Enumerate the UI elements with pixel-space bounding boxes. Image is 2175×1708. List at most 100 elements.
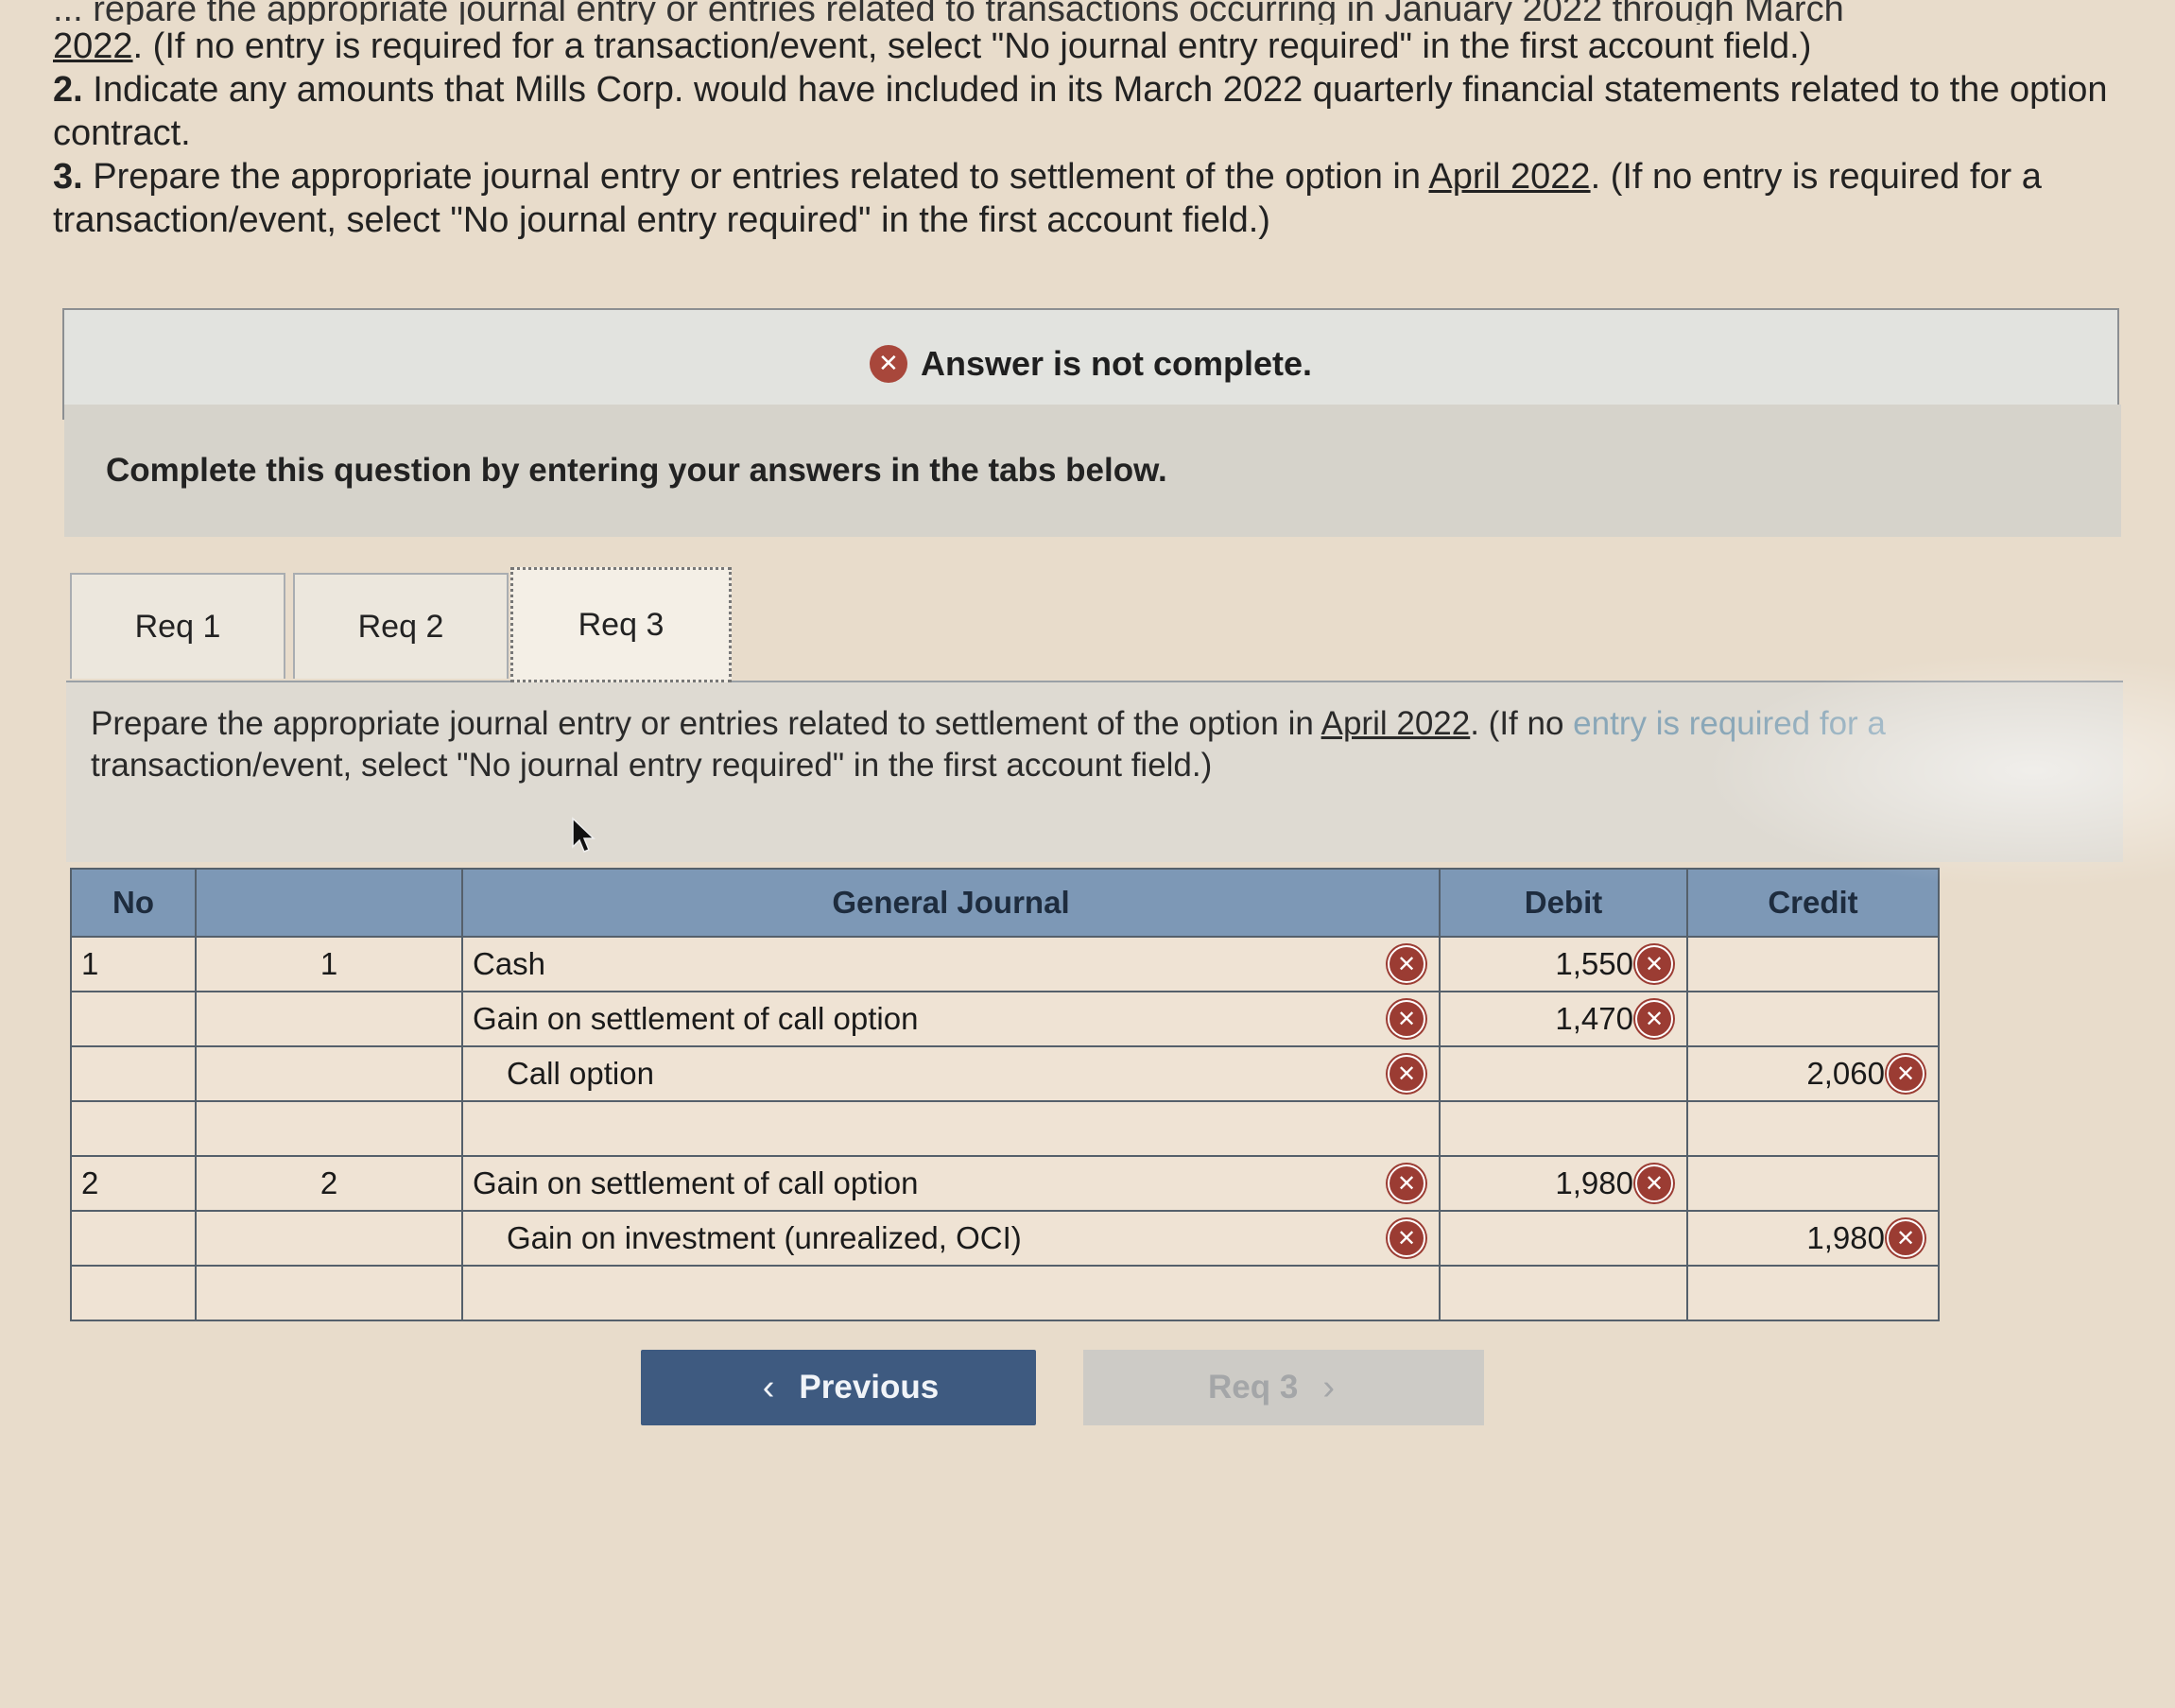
incorrect-x-icon: ✕ <box>1388 1055 1425 1093</box>
x-circle-icon: ✕ <box>869 345 907 383</box>
transaction-cell[interactable]: 2 <box>195 1155 463 1212</box>
header-credit: Credit <box>1686 868 1940 938</box>
account-cell[interactable]: Cash ✕ <box>461 936 1441 992</box>
account-cell[interactable] <box>461 1100 1441 1157</box>
entry-no-cell-value: 1 <box>81 946 99 981</box>
chevron-right-icon: › <box>1322 1367 1335 1407</box>
entry-no-cell[interactable] <box>70 1265 197 1321</box>
item-2-number: 2. <box>53 70 83 110</box>
incorrect-x-icon: ✕ <box>1887 1055 1925 1093</box>
debit-cell[interactable]: 1,980 ✕ <box>1439 1155 1688 1212</box>
credit-cell[interactable] <box>1686 991 1940 1047</box>
journal-row: Gain on settlement of call option ✕ 1,470 ✕ <box>70 991 1940 1047</box>
chevron-left-icon: ‹ <box>762 1367 775 1407</box>
incorrect-x-icon: ✕ <box>1388 1219 1425 1257</box>
debit-cell-value: 1,470 <box>1555 1001 1633 1036</box>
instructions-item-3: 3. Prepare the appropriate journal entry… <box>53 155 2114 242</box>
header-general-journal: General Journal <box>461 868 1441 938</box>
journal-body: 1 1 Cash ✕ 1,550 ✕ Gain on settlement of call … <box>70 936 1940 1321</box>
tab-req-2[interactable]: Req 2 <box>293 573 509 679</box>
account-cell[interactable] <box>461 1265 1441 1321</box>
credit-cell-value: 1,980 <box>1806 1220 1885 1255</box>
incorrect-x-icon: ✕ <box>1388 945 1425 983</box>
transaction-cell[interactable] <box>195 1045 463 1102</box>
instructions-cut-line: ... repare the appropriate journal entry… <box>53 0 1844 25</box>
incorrect-x-icon: ✕ <box>1388 1165 1425 1202</box>
journal-row: 2 2 Gain on settlement of call option ✕ 1,98… <box>70 1155 1940 1212</box>
tab-req-3[interactable]: Req 3 <box>510 567 732 682</box>
answer-status-text: Answer is not complete. <box>920 344 1313 383</box>
debit-cell[interactable]: 1,550 ✕ <box>1439 936 1688 992</box>
next-req-3-button[interactable]: Req 3 › <box>1083 1350 1484 1425</box>
journal-row: Call option ✕ 2,060 ✕ <box>70 1045 1940 1102</box>
item-2-text: Indicate any amounts that Mills Corp. wo… <box>53 70 2108 153</box>
answer-status-banner: ✕ Answer is not complete. <box>62 308 2119 420</box>
mouse-cursor-icon <box>572 817 596 853</box>
complete-prompt-text: Complete this question by entering your … <box>106 452 1167 489</box>
panel-text-post: transaction/event, select "No journal en… <box>91 747 1213 784</box>
instructions-line-1: 2022. (If no entry is required for a tra… <box>53 25 2114 68</box>
debit-cell[interactable] <box>1439 1045 1688 1102</box>
transaction-cell[interactable] <box>195 1100 463 1157</box>
incorrect-x-icon: ✕ <box>1635 1165 1673 1202</box>
journal-row: Gain on investment (unrealized, OCI) ✕ 1,9… <box>70 1210 1940 1267</box>
req-3-panel: Prepare the appropriate journal entry or… <box>66 682 2123 862</box>
transaction-cell[interactable] <box>195 1210 463 1267</box>
entry-no-cell[interactable]: 1 <box>70 936 197 992</box>
transaction-cell[interactable] <box>195 991 463 1047</box>
credit-cell[interactable]: 1,980 ✕ <box>1686 1210 1940 1267</box>
next-button-label: Req 3 <box>1208 1369 1299 1406</box>
entry-no-cell[interactable] <box>70 1100 197 1157</box>
instructions-item-2: 2. Indicate any amounts that Mills Corp.… <box>53 68 2114 155</box>
debit-cell[interactable] <box>1439 1265 1688 1321</box>
req-3-instructions: Prepare the appropriate journal entry or… <box>91 703 2095 786</box>
credit-cell[interactable] <box>1686 1265 1940 1321</box>
debit-cell-value: 1,980 <box>1555 1165 1633 1200</box>
previous-button-label: Previous <box>799 1369 940 1406</box>
item-3-text-pre: Prepare the appropriate journal entry or… <box>82 157 1429 197</box>
account-cell-value: Cash <box>473 946 546 981</box>
header-date <box>195 868 463 938</box>
panel-april-2022-link[interactable]: April 2022 <box>1321 705 1471 742</box>
credit-cell[interactable] <box>1686 1155 1940 1212</box>
entry-no-cell-value: 2 <box>81 1165 99 1200</box>
credit-cell[interactable]: 2,060 ✕ <box>1686 1045 1940 1102</box>
incorrect-x-icon: ✕ <box>1887 1219 1925 1257</box>
entry-no-cell[interactable] <box>70 1210 197 1267</box>
tab-req-1[interactable]: Req 1 <box>70 573 285 679</box>
item-3-number: 3. <box>53 157 83 197</box>
debit-cell[interactable] <box>1439 1210 1688 1267</box>
credit-cell[interactable] <box>1686 1100 1940 1157</box>
account-cell-value: Call option <box>507 1056 654 1091</box>
tab-req-2-label: Req 2 <box>357 608 444 645</box>
tab-req-1-label: Req 1 <box>134 608 221 645</box>
april-2022-link[interactable]: April 2022 <box>1428 157 1590 197</box>
debit-cell-value: 1,550 <box>1555 946 1633 981</box>
account-cell-value: Gain on settlement of call option <box>473 1165 919 1200</box>
debit-cell[interactable]: 1,470 ✕ <box>1439 991 1688 1047</box>
panel-text-mid: . (If no <box>1470 705 1574 742</box>
incorrect-x-icon: ✕ <box>1635 945 1673 983</box>
requirement-tabs: Req 1 Req 2 Req 3 <box>66 567 2123 682</box>
previous-button[interactable]: ‹ Previous <box>641 1350 1036 1425</box>
transaction-cell-value: 1 <box>319 946 338 981</box>
entry-no-cell[interactable] <box>70 991 197 1047</box>
account-cell[interactable]: Gain on settlement of call option ✕ <box>461 1155 1441 1212</box>
entry-no-cell[interactable]: 2 <box>70 1155 197 1212</box>
journal-row <box>70 1265 1940 1321</box>
date-link-2022[interactable]: 2022 <box>53 26 133 66</box>
debit-cell[interactable] <box>1439 1100 1688 1157</box>
incorrect-x-icon: ✕ <box>1388 1000 1425 1038</box>
transaction-cell[interactable] <box>195 1265 463 1321</box>
entry-no-cell[interactable] <box>70 1045 197 1102</box>
header-no: No <box>70 868 197 938</box>
credit-cell[interactable] <box>1686 936 1940 992</box>
account-cell[interactable]: Call option ✕ <box>461 1045 1441 1102</box>
transaction-cell[interactable]: 1 <box>195 936 463 992</box>
account-cell[interactable]: Gain on settlement of call option ✕ <box>461 991 1441 1047</box>
account-cell[interactable]: Gain on investment (unrealized, OCI) ✕ <box>461 1210 1441 1267</box>
instructions: ... repare the appropriate journal entry… <box>53 0 2114 242</box>
credit-cell-value: 2,060 <box>1806 1056 1885 1091</box>
incorrect-x-icon: ✕ <box>1635 1000 1673 1038</box>
journal-row: 1 1 Cash ✕ 1,550 ✕ <box>70 936 1940 992</box>
